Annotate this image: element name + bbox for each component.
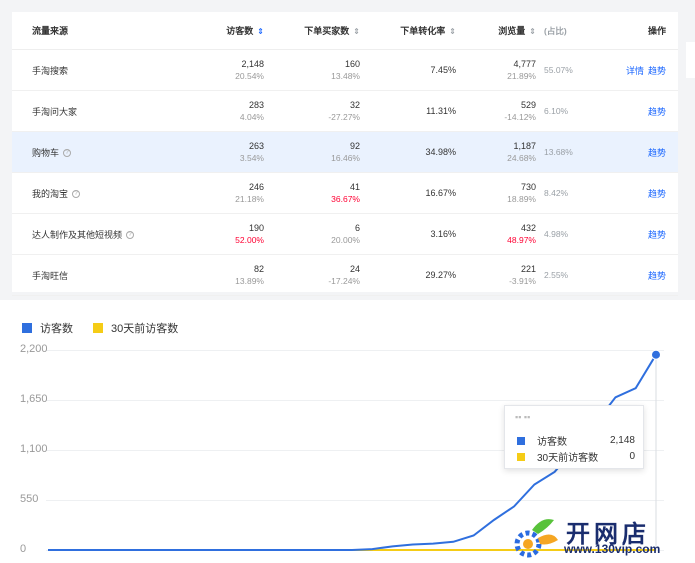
operation-cell: 趋势 — [586, 228, 678, 241]
share-cell: 8.42% — [544, 188, 569, 198]
header-visitors[interactable]: 访客数 ⇕ — [192, 24, 264, 37]
conversion-cell: 3.16% — [430, 229, 456, 239]
buyers-cell: 24 -17.24% — [328, 264, 360, 286]
pageviews-cell: 432 48.97% — [507, 223, 536, 245]
operation-cell: 趋势 — [586, 269, 678, 282]
table-row: 达人制作及其他短视频? 190 52.00% 6 20.00% 3.16% 432 48.97… — [12, 214, 678, 255]
header-share: (占比) — [544, 25, 567, 36]
trend-link[interactable]: 趋势 — [648, 230, 666, 240]
conversion-cell: 16.67% — [425, 188, 456, 198]
help-icon[interactable]: ? — [72, 190, 81, 199]
table-row: 我的淘宝? 246 21.18% 41 36.67% 16.67% 730 18.89% 8.4… — [12, 173, 678, 214]
trend-link[interactable]: 趋势 — [648, 107, 666, 117]
scroll-edge — [686, 42, 695, 78]
visitors-cell: 283 4.04% — [239, 100, 264, 122]
sort-icon[interactable]: ⇕ — [353, 27, 360, 36]
sort-icon[interactable]: ⇕ — [257, 27, 264, 36]
visitors-cell: 82 13.89% — [235, 264, 264, 286]
pageviews-cell: 529 -14.12% — [504, 100, 536, 122]
operation-cell: 趋势 — [586, 105, 678, 118]
help-icon[interactable]: ? — [126, 231, 135, 240]
buyers-cell: 6 20.00% — [331, 223, 360, 245]
source-name: 手淘搜索 — [32, 65, 69, 76]
table-body: 手淘搜索 2,148 20.54% 160 13.48% 7.45% 4,777 21.89%… — [12, 50, 678, 296]
buyers-cell: 32 -27.27% — [328, 100, 360, 122]
gear-logo-icon — [514, 519, 558, 558]
site-watermark: 开网店 www.130vip.com — [508, 510, 693, 562]
table-row: 手淘问大家 283 4.04% 32 -27.27% 11.31% 529 -14.12% 6.… — [12, 91, 678, 132]
chart-tooltip: ▪▪ ▪▪ 访客数 2,148 30天前访客数 0 — [504, 405, 644, 469]
tooltip-series-name: 访客数 — [537, 437, 567, 448]
pageviews-cell: 221 -3.91% — [509, 264, 536, 286]
tooltip-row: 30天前访客数 0 — [517, 449, 635, 464]
conversion-cell: 29.27% — [425, 270, 456, 280]
source-name: 我的淘宝? — [12, 187, 192, 200]
detail-link[interactable]: 详情 — [626, 66, 644, 76]
visitors-cell: 2,148 20.54% — [235, 59, 264, 81]
trend-link[interactable]: 趋势 — [648, 189, 666, 199]
source-name: 购物车? — [12, 146, 192, 159]
sort-icon[interactable]: ⇕ — [529, 27, 536, 36]
conversion-cell: 7.45% — [430, 65, 456, 75]
data-point-last[interactable] — [651, 349, 661, 360]
trend-link[interactable]: 趋势 — [648, 66, 666, 76]
table-header: 流量来源 访客数 ⇕ 下单买家数 ⇕ 下单转化率 ⇕ 浏览量 ⇕ (占比) 操作 — [12, 12, 678, 50]
traffic-source-table: 流量来源 访客数 ⇕ 下单买家数 ⇕ 下单转化率 ⇕ 浏览量 ⇕ (占比) 操作 手淘搜… — [12, 12, 678, 296]
header-conversion[interactable]: 下单转化率 ⇕ — [360, 24, 456, 37]
series-swatch-icon — [517, 452, 525, 461]
trend-link[interactable]: 趋势 — [648, 271, 666, 281]
share-cell: 13.68% — [544, 147, 573, 157]
table-row: 购物车? 263 3.54% 92 16.46% 34.98% 1,187 24.68% 13.… — [12, 132, 678, 173]
table-row: 手淘搜索 2,148 20.54% 160 13.48% 7.45% 4,777 21.89%… — [12, 50, 678, 91]
visitors-cell: 190 52.00% — [235, 223, 264, 245]
buyers-cell: 92 16.46% — [331, 141, 360, 163]
pageviews-cell: 4,777 21.89% — [507, 59, 536, 81]
header-buyers[interactable]: 下单买家数 ⇕ — [264, 24, 360, 37]
share-cell: 4.98% — [544, 229, 569, 239]
tooltip-series-name: 30天前访客数 — [537, 453, 599, 464]
tooltip-row: 访客数 2,148 — [517, 433, 635, 448]
tooltip-series-value: 2,148 — [609, 435, 635, 446]
share-cell: 2.55% — [544, 270, 569, 280]
header-operation: 操作 — [647, 26, 666, 36]
operation-cell: 趋势 — [586, 187, 678, 200]
tooltip-date-blurred: ▪▪ ▪▪ — [515, 412, 531, 422]
watermark-url: www.130vip.com — [564, 542, 661, 556]
source-name: 达人制作及其他短视频? — [12, 228, 192, 241]
source-name: 手淘问大家 — [32, 106, 78, 117]
conversion-cell: 34.98% — [425, 147, 456, 157]
tooltip-series-value: 0 — [629, 451, 635, 462]
trend-link[interactable]: 趋势 — [648, 148, 666, 158]
share-cell: 55.07% — [544, 65, 573, 75]
table-row: 手淘旺信 82 13.89% 24 -17.24% 29.27% 221 -3.91% 2.55… — [12, 255, 678, 296]
help-icon[interactable]: ? — [63, 149, 72, 158]
pageviews-cell: 730 18.89% — [507, 182, 536, 204]
conversion-cell: 11.31% — [426, 106, 456, 116]
operation-cell: 详情 趋势 — [586, 64, 678, 77]
source-name: 手淘旺信 — [32, 270, 69, 281]
header-source: 流量来源 — [32, 26, 69, 36]
visitor-trend-chart: 访客数 30天前访客数 2,200 1,650 1,100 550 0 ▪▪ ▪▪ 访客… — [0, 300, 695, 563]
header-pageviews[interactable]: 浏览量 ⇕ — [456, 24, 536, 37]
sort-icon[interactable]: ⇕ — [449, 27, 456, 36]
buyers-cell: 41 36.67% — [331, 182, 360, 204]
operation-cell: 趋势 — [586, 146, 678, 159]
visitors-cell: 263 3.54% — [239, 141, 264, 163]
buyers-cell: 160 13.48% — [331, 59, 360, 81]
visitors-cell: 246 21.18% — [235, 182, 264, 204]
share-cell: 6.10% — [544, 106, 569, 116]
series-swatch-icon — [517, 436, 525, 445]
pageviews-cell: 1,187 24.68% — [507, 141, 536, 163]
